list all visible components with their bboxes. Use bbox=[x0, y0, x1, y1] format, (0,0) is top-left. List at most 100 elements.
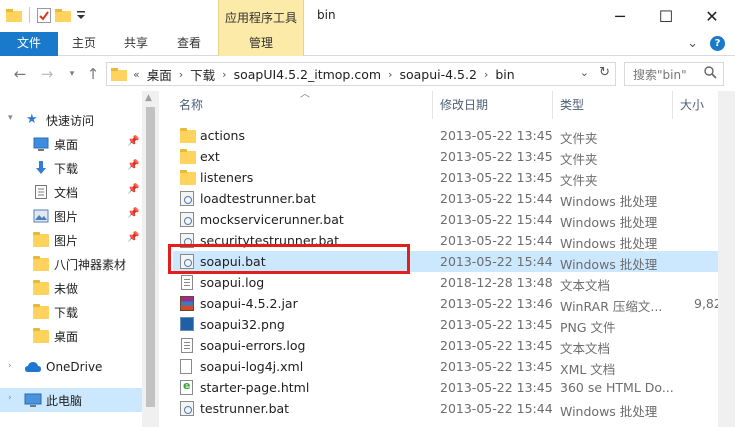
nav-this-pc-label: 此电脑 bbox=[46, 394, 83, 408]
breadcrumb-overflow[interactable]: « bbox=[133, 68, 140, 81]
nav-item-desktop-folder[interactable]: 桌面 bbox=[0, 324, 142, 348]
help-icon[interactable]: ? bbox=[710, 36, 725, 51]
file-date: 2013-05-22 15:44 bbox=[440, 401, 553, 416]
column-header-type[interactable]: 类型 bbox=[560, 91, 584, 119]
breadcrumb-bin[interactable]: bin bbox=[495, 67, 514, 82]
nav-item-bamen-assets[interactable]: 八门神器素材 bbox=[0, 252, 142, 276]
nav-item-documents[interactable]: 文档 📌 bbox=[0, 180, 142, 204]
file-date: 2018-12-28 13:48 bbox=[440, 275, 553, 290]
nav-item-undone[interactable]: 未做 bbox=[0, 276, 142, 300]
pin-icon[interactable]: 📌 bbox=[127, 160, 139, 171]
breadcrumb-soapui-version[interactable]: soapui-4.5.2 bbox=[399, 67, 476, 82]
file-row[interactable]: loadtestrunner.bat 2013-05-22 15:44 Window… bbox=[173, 188, 718, 209]
new-folder-icon[interactable] bbox=[55, 8, 71, 22]
tab-share[interactable]: 共享 bbox=[124, 32, 148, 56]
nav-quick-access-label: 快速访问 bbox=[46, 114, 95, 128]
file-type: Windows 批处理 bbox=[560, 257, 658, 272]
column-divider[interactable] bbox=[672, 91, 673, 119]
scroll-up-icon[interactable]: ▲ bbox=[145, 93, 152, 103]
file-row[interactable]: soapui32.png 2013-05-22 13:45 PNG 文件 bbox=[173, 314, 718, 335]
file-row[interactable]: soapui-log4j.xml 2013-05-22 13:45 XML 文档 bbox=[173, 356, 718, 377]
customize-toolbar-icon[interactable] bbox=[75, 9, 87, 21]
nav-onedrive[interactable]: › OneDrive bbox=[0, 356, 142, 380]
back-arrow-icon[interactable]: ← bbox=[10, 64, 30, 84]
nav-this-pc[interactable]: › 此电脑 bbox=[0, 388, 142, 412]
file-name: ext bbox=[200, 149, 220, 164]
file-type: 文件夹 bbox=[560, 152, 598, 167]
expand-chevron-icon[interactable]: ▾ bbox=[8, 113, 13, 123]
recent-locations-icon[interactable]: ▾ bbox=[62, 64, 82, 84]
file-row[interactable]: testrunner.bat 2013-05-22 15:44 Windows 批处… bbox=[173, 398, 718, 419]
maximize-button[interactable]: ☐ bbox=[643, 0, 689, 32]
title-bar: 应用程序工具 bin ─ ☐ ✕ bbox=[0, 0, 735, 32]
breadcrumb-chevron-icon[interactable]: › bbox=[484, 68, 488, 81]
nav-item-pictures[interactable]: 图片 📌 bbox=[0, 204, 142, 228]
nav-item-downloads[interactable]: 下载 📌 bbox=[0, 156, 142, 180]
breadcrumb-chevron-icon[interactable]: › bbox=[179, 68, 183, 81]
collapse-chevron-icon[interactable]: › bbox=[8, 361, 12, 371]
file-row[interactable]: soapui.log 2018-12-28 13:48 文本文档 bbox=[173, 272, 718, 293]
breadcrumb-desktop[interactable]: 桌面 bbox=[147, 65, 172, 84]
nav-item-label: 下载 bbox=[54, 306, 79, 320]
file-type: 360 se HTML Do... bbox=[560, 380, 674, 395]
nav-pane-scrollbar[interactable]: ▲ bbox=[142, 91, 159, 427]
breadcrumb-chevron-icon[interactable]: › bbox=[222, 68, 226, 81]
pin-icon[interactable]: 📌 bbox=[127, 184, 139, 195]
file-type: WinRAR 压缩文... bbox=[560, 299, 663, 314]
folder-icon bbox=[180, 170, 196, 185]
nav-item-label: 桌面 bbox=[54, 138, 79, 152]
collapse-chevron-icon[interactable]: › bbox=[8, 393, 12, 403]
file-row[interactable]: actions 2013-05-22 13:45 文件夹 bbox=[173, 125, 718, 146]
file-row[interactable]: starter-page.html 2013-05-22 13:45 360 se … bbox=[173, 377, 718, 398]
quick-access-toolbar bbox=[6, 7, 87, 23]
minimize-button[interactable]: ─ bbox=[597, 0, 643, 32]
up-arrow-icon[interactable]: ↑ bbox=[83, 64, 103, 84]
column-divider[interactable] bbox=[432, 91, 433, 119]
nav-quick-access[interactable]: ▾ ★ 快速访问 bbox=[0, 108, 142, 132]
tab-home[interactable]: 主页 bbox=[72, 32, 96, 56]
file-list-scrollbar[interactable] bbox=[718, 91, 735, 427]
nav-item-downloads-folder[interactable]: 下载 bbox=[0, 300, 142, 324]
file-row[interactable]: mockservicerunner.bat 2013-05-22 15:44 Win… bbox=[173, 209, 718, 230]
properties-icon[interactable] bbox=[37, 7, 51, 23]
tab-view[interactable]: 查看 bbox=[177, 32, 201, 56]
address-dropdown-icon[interactable]: ⌄ bbox=[580, 66, 589, 79]
pin-icon[interactable]: 📌 bbox=[127, 136, 139, 147]
file-row[interactable]: ext 2013-05-22 13:45 文件夹 bbox=[173, 146, 718, 167]
pin-icon[interactable]: 📌 bbox=[127, 232, 139, 243]
tab-file[interactable]: 文件 bbox=[0, 32, 58, 56]
picture-icon bbox=[33, 209, 49, 223]
address-bar[interactable]: « 桌面 › 下载 › soapUI4.5.2_itmop.com › soap… bbox=[106, 62, 616, 86]
close-button[interactable]: ✕ bbox=[689, 0, 735, 32]
pin-icon[interactable]: 📌 bbox=[127, 208, 139, 219]
search-icon[interactable] bbox=[704, 66, 717, 79]
refresh-icon[interactable]: ↻ bbox=[599, 65, 610, 80]
tab-manage[interactable]: 管理 bbox=[218, 32, 304, 56]
file-type: Windows 批处理 bbox=[560, 194, 658, 209]
column-header-name[interactable]: 名称 bbox=[179, 91, 203, 119]
breadcrumb-downloads[interactable]: 下载 bbox=[190, 65, 215, 84]
file-name: soapui-log4j.xml bbox=[200, 359, 304, 374]
xml-file-icon bbox=[180, 359, 192, 374]
toolbar-divider bbox=[29, 7, 30, 23]
column-header-date[interactable]: 修改日期 bbox=[440, 91, 488, 119]
nav-item-pictures-folder[interactable]: 图片 📌 bbox=[0, 228, 142, 252]
file-row[interactable]: soapui-4.5.2.jar 2013-05-22 13:46 WinRAR 压… bbox=[173, 293, 722, 314]
nav-item-desktop[interactable]: 桌面 📌 bbox=[0, 132, 142, 156]
text-file-icon bbox=[181, 275, 193, 290]
nav-item-label: 八门神器素材 bbox=[54, 258, 127, 272]
scrollbar-thumb[interactable] bbox=[146, 107, 155, 407]
breadcrumb-soapui-folder[interactable]: soapUI4.5.2_itmop.com bbox=[234, 67, 381, 82]
nav-item-label: 下载 bbox=[54, 162, 79, 176]
navigation-bar: ← → ▾ ↑ « 桌面 › 下载 › soapUI4.5.2_itmop.co… bbox=[0, 57, 735, 91]
file-row[interactable]: soapui-errors.log 2013-05-22 13:45 文本文档 bbox=[173, 335, 718, 356]
breadcrumb-chevron-icon[interactable]: › bbox=[388, 68, 392, 81]
column-header-size[interactable]: 大小 bbox=[680, 91, 704, 119]
search-box[interactable]: 搜索"bin" bbox=[624, 62, 724, 86]
nav-item-label: 图片 bbox=[54, 234, 79, 248]
expand-ribbon-icon[interactable]: ⌄ bbox=[687, 36, 698, 51]
file-row[interactable]: listeners 2013-05-22 13:45 文件夹 bbox=[173, 167, 718, 188]
navigation-pane: ▾ ★ 快速访问 桌面 📌 下载 📌 文档 📌 图片 📌 图片 📌 八门神器素材… bbox=[0, 91, 142, 427]
column-divider[interactable] bbox=[552, 91, 553, 119]
forward-arrow-icon[interactable]: → bbox=[37, 64, 57, 84]
